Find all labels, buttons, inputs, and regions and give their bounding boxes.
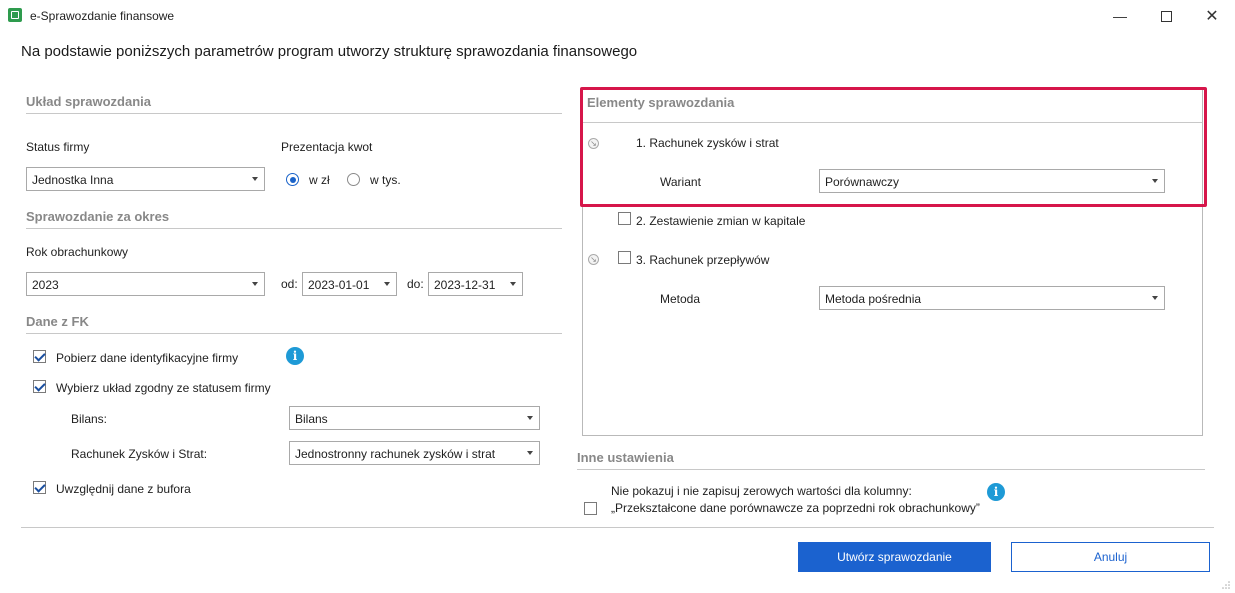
uwzglednij-bufor-label: Uwzględnij dane z bufora bbox=[56, 482, 191, 496]
status-combo[interactable]: Jednostka Inna bbox=[26, 167, 265, 191]
separator bbox=[577, 469, 1205, 470]
bilans-label: Bilans: bbox=[71, 412, 108, 426]
info-icon[interactable]: i bbox=[987, 483, 1005, 501]
chevron-down-icon bbox=[252, 177, 258, 181]
chevron-down-icon bbox=[1152, 296, 1158, 300]
wybierz-uklad-label: Wybierz układ zgodny ze statusem firmy bbox=[56, 381, 271, 395]
metoda-label: Metoda bbox=[660, 292, 701, 306]
bilans-value: Bilans bbox=[295, 412, 328, 426]
metoda-value: Metoda pośrednia bbox=[825, 292, 922, 306]
element-3-checkbox[interactable] bbox=[618, 251, 631, 264]
chevron-down-icon bbox=[384, 282, 390, 286]
info-icon[interactable]: i bbox=[286, 347, 304, 365]
do-label: do: bbox=[407, 277, 424, 291]
rok-value: 2023 bbox=[32, 278, 59, 292]
close-icon[interactable]: ✕ bbox=[1189, 0, 1235, 32]
chevron-down-icon bbox=[527, 451, 533, 455]
cancel-button[interactable]: Anuluj bbox=[1011, 542, 1210, 572]
wybierz-uklad-checkbox[interactable] bbox=[33, 380, 46, 393]
zerowe-wartosci-checkbox[interactable] bbox=[584, 502, 597, 515]
do-value: 2023-12-31 bbox=[434, 278, 496, 292]
section-title-fk: Dane z FK bbox=[26, 314, 89, 329]
rok-combo[interactable]: 2023 bbox=[26, 272, 265, 296]
element-2-label: 2. Zestawienie zmian w kapitale bbox=[636, 214, 806, 228]
resize-grip-icon bbox=[1222, 581, 1230, 589]
window-title: e-Sprawozdanie finansowe bbox=[30, 9, 175, 23]
zerowe-wartosci-label-2: „Przekształcone dane porównawcze za popr… bbox=[611, 501, 980, 515]
footer-separator bbox=[21, 527, 1214, 528]
rok-label: Rok obrachunkowy bbox=[26, 245, 129, 259]
od-date-picker[interactable]: 2023-01-01 bbox=[302, 272, 397, 296]
status-value: Jednostka Inna bbox=[32, 173, 114, 187]
separator bbox=[26, 228, 562, 229]
od-label: od: bbox=[281, 277, 298, 291]
title-bar: e-Sprawozdanie finansowe — ✕ bbox=[0, 0, 1235, 32]
highlight-frame bbox=[580, 87, 1207, 207]
separator bbox=[26, 333, 562, 334]
chevron-down-icon bbox=[527, 416, 533, 420]
metoda-combo[interactable]: Metoda pośrednia bbox=[819, 286, 1165, 310]
section-title-uklad: Układ sprawozdania bbox=[26, 94, 151, 109]
element-2-checkbox[interactable] bbox=[618, 212, 631, 225]
app-icon bbox=[8, 8, 22, 22]
minimize-icon[interactable]: — bbox=[1097, 0, 1143, 32]
radio-zl[interactable] bbox=[286, 173, 299, 186]
od-value: 2023-01-01 bbox=[308, 278, 370, 292]
rzis-label: Rachunek Zysków i Strat: bbox=[71, 447, 208, 461]
create-report-button[interactable]: Utwórz sprawozdanie bbox=[798, 542, 991, 572]
section-title-okres: Sprawozdanie za okres bbox=[26, 209, 170, 224]
uwzglednij-bufor-checkbox[interactable] bbox=[33, 481, 46, 494]
chevron-down-icon bbox=[510, 282, 516, 286]
element-3-label: 3. Rachunek przepływów bbox=[636, 253, 770, 267]
radio-tys[interactable] bbox=[347, 173, 360, 186]
pobierz-dane-label: Pobierz dane identyfikacyjne firmy bbox=[56, 351, 239, 365]
page-headline: Na podstawie poniższych parametrów progr… bbox=[21, 43, 638, 60]
expand-icon[interactable]: ↘ bbox=[588, 254, 599, 265]
prezentacja-label: Prezentacja kwot bbox=[281, 140, 373, 154]
chevron-down-icon bbox=[252, 282, 258, 286]
resize-grip[interactable] bbox=[1221, 579, 1231, 589]
maximize-icon[interactable] bbox=[1143, 0, 1189, 32]
pobierz-dane-checkbox[interactable] bbox=[33, 350, 46, 363]
radio-tys-label: w tys. bbox=[370, 173, 401, 187]
rzis-value: Jednostronny rachunek zysków i strat bbox=[295, 447, 496, 461]
zerowe-wartosci-label-1: Nie pokazuj i nie zapisuj zerowych warto… bbox=[611, 484, 912, 498]
status-label: Status firmy bbox=[26, 140, 90, 154]
bilans-combo[interactable]: Bilans bbox=[289, 406, 540, 430]
section-title-inne: Inne ustawienia bbox=[577, 450, 674, 465]
radio-zl-label: w zł bbox=[309, 173, 330, 187]
do-date-picker[interactable]: 2023-12-31 bbox=[428, 272, 523, 296]
separator bbox=[26, 113, 562, 114]
rzis-combo[interactable]: Jednostronny rachunek zysków i strat bbox=[289, 441, 540, 465]
